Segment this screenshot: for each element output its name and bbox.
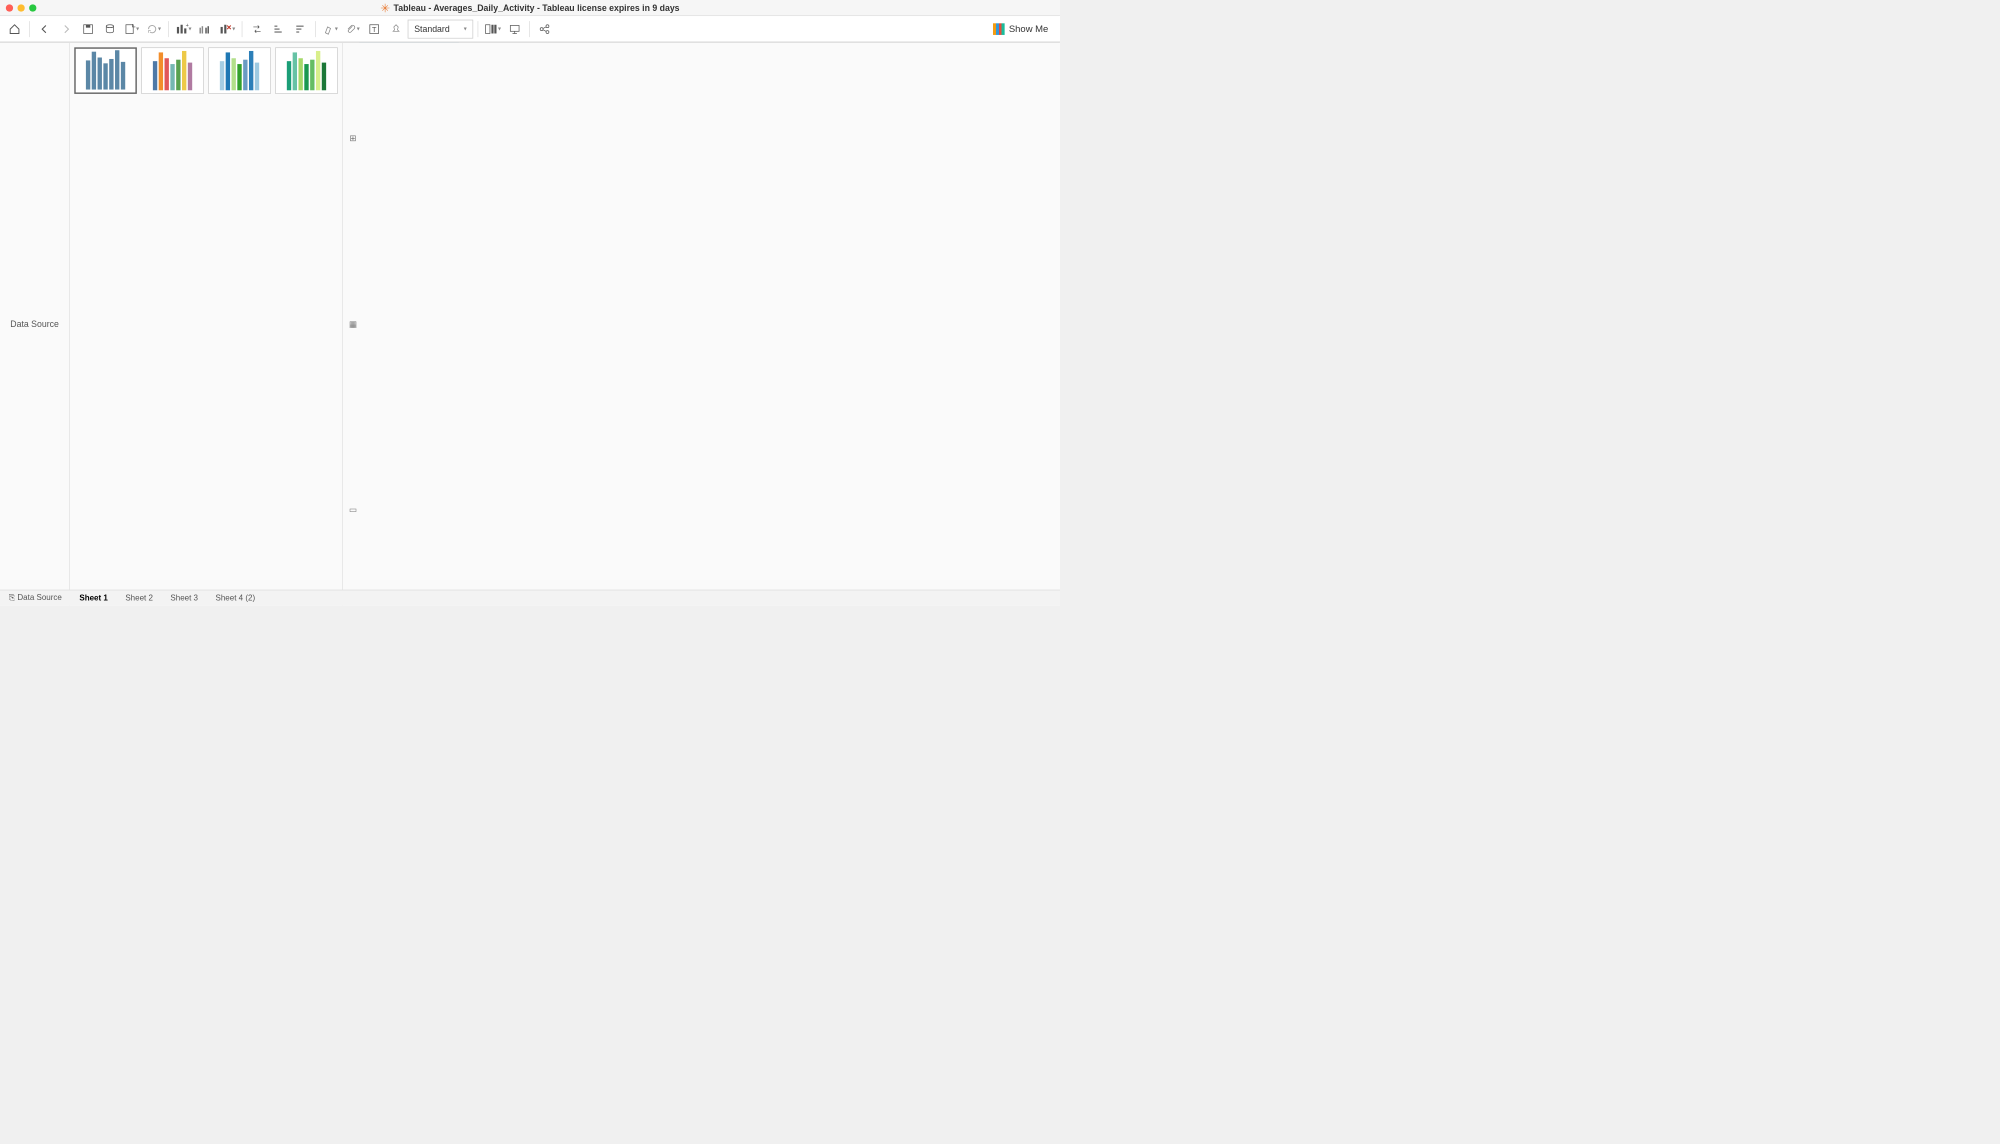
new-story-tab-button[interactable]: ▭ — [346, 503, 361, 518]
tableau-logo-icon — [380, 3, 389, 12]
svg-text:T: T — [372, 25, 377, 34]
refresh-button[interactable]: ▾ — [143, 19, 163, 39]
sheet-thumbnail[interactable] — [275, 47, 338, 94]
pin-button[interactable] — [386, 19, 406, 39]
titlebar: Tableau - Averages_Daily_Activity - Tabl… — [0, 0, 1060, 16]
presentation-button[interactable] — [505, 19, 525, 39]
new-worksheet-button[interactable]: ▾ — [122, 19, 142, 39]
forward-button[interactable] — [56, 19, 76, 39]
data-source-nav[interactable]: Data Source — [0, 43, 70, 606]
duplicate-sheet-icon[interactable] — [195, 19, 215, 39]
sheet-thumbnail[interactable] — [74, 47, 137, 94]
save-button[interactable] — [78, 19, 98, 39]
show-cards-button[interactable]: ▾ — [483, 19, 503, 39]
new-worksheet-tab-button[interactable]: ⊞ — [346, 131, 361, 146]
sheet-tab[interactable]: Sheet 4 (2) — [207, 594, 264, 603]
new-sheet-icon[interactable]: +▾ — [173, 19, 193, 39]
sheet-thumbnail[interactable] — [208, 47, 271, 94]
sheet-tab[interactable]: Sheet 1 — [71, 594, 117, 603]
new-data-button[interactable] — [100, 19, 120, 39]
toolbar: ▾ ▾ +▾ ▾ ▾ ▾ T Standard▾ ▾ Show Me — [0, 16, 1060, 42]
home-button[interactable] — [4, 19, 24, 39]
sort-asc-button[interactable] — [269, 19, 289, 39]
sheet-tab[interactable]: Sheet 3 — [162, 594, 207, 603]
new-dashboard-tab-button[interactable]: ▦ — [346, 317, 361, 332]
attach-button[interactable]: ▾ — [342, 19, 362, 39]
sheet-tab[interactable]: Sheet 2 — [117, 594, 162, 603]
back-button[interactable] — [34, 19, 54, 39]
clear-sheet-icon[interactable]: ▾ — [217, 19, 237, 39]
show-me-icon — [993, 23, 1005, 35]
fit-dropdown[interactable]: Standard▾ — [408, 19, 474, 38]
sheet-thumbnail[interactable] — [141, 47, 204, 94]
sort-desc-button[interactable] — [290, 19, 310, 39]
text-label-button[interactable]: T — [364, 19, 384, 39]
window-title: Tableau - Averages_Daily_Activity - Tabl… — [394, 3, 680, 13]
data-source-tab[interactable]: ⎘ Data Source — [0, 593, 71, 602]
share-button[interactable] — [534, 19, 554, 39]
highlight-button[interactable]: ▾ — [320, 19, 340, 39]
swap-button[interactable] — [247, 19, 267, 39]
show-me-button[interactable]: Show Me — [993, 23, 1056, 35]
